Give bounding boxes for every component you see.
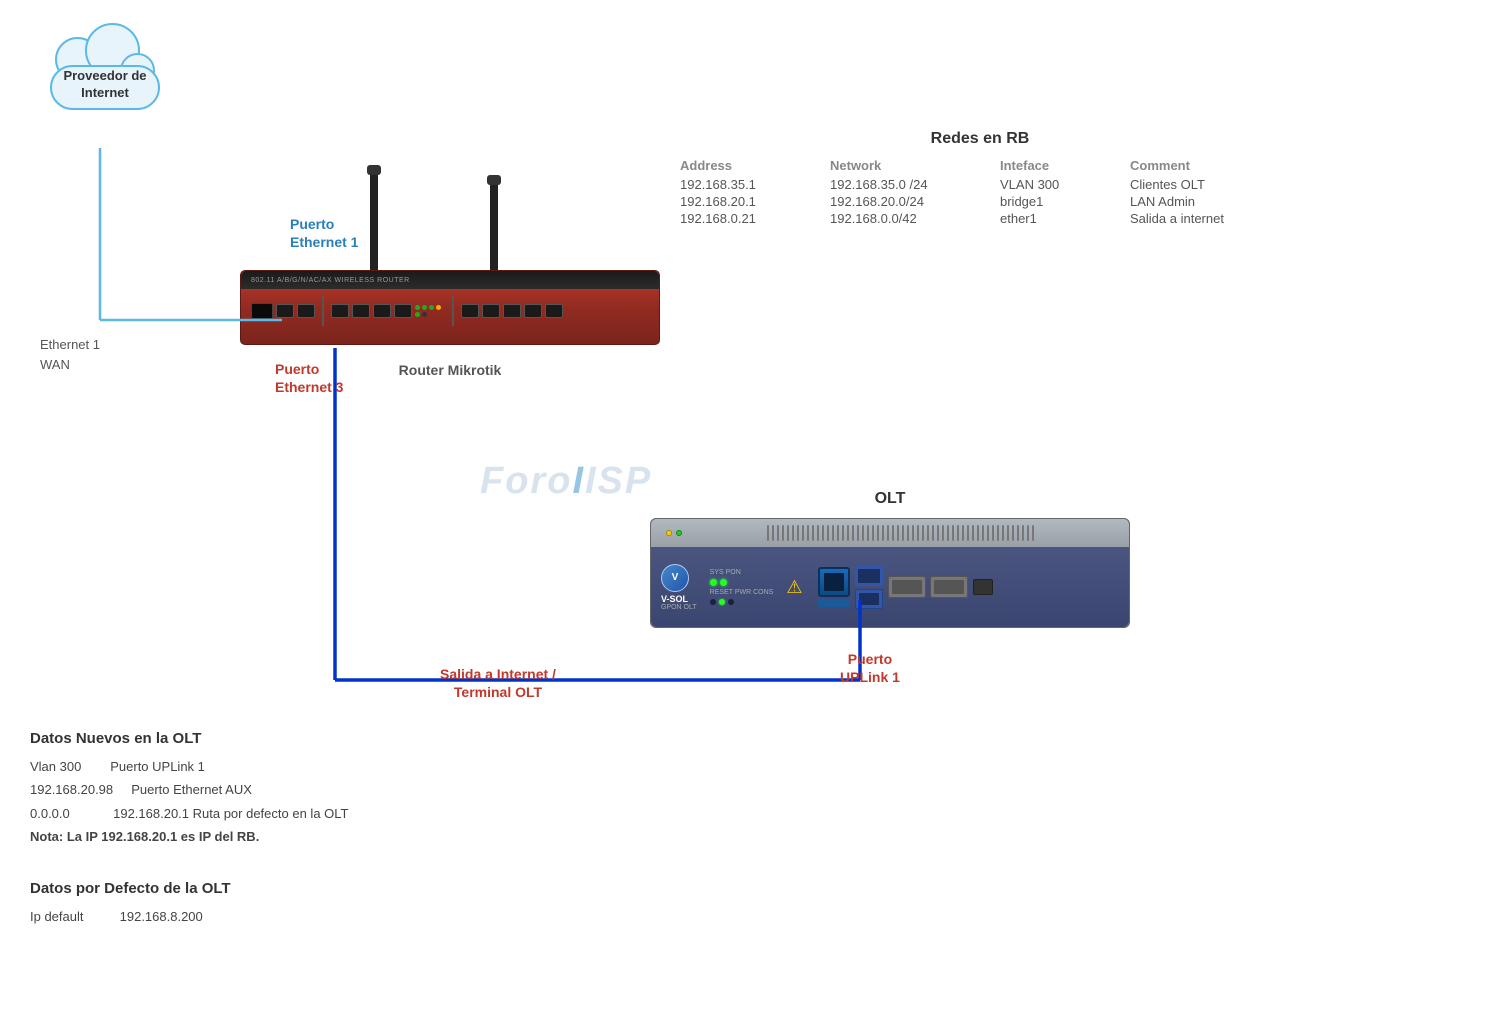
- row3-comment: Salida a internet: [1130, 211, 1290, 226]
- row2-comment: LAN Admin: [1130, 194, 1290, 209]
- olt-device: V V-SOL GPON OLT SYS PON RESET PWR CONS: [650, 518, 1130, 628]
- puerto-eth1-label: Puerto Ethernet 1: [290, 215, 358, 251]
- led-group: [415, 305, 445, 317]
- cloud-label: Proveedor de Internet: [40, 68, 170, 102]
- row2-network: 192.168.20.0/24: [830, 194, 990, 209]
- cloud-internet-provider: Proveedor de Internet: [30, 40, 180, 140]
- datos-defecto-title: Datos por Defecto de la OLT: [30, 880, 610, 897]
- port-eth2: [297, 304, 315, 318]
- datos-nuevos-row1: Vlan 300 Puerto UPLink 1: [30, 755, 610, 778]
- col-header-comment: Comment: [1130, 158, 1290, 175]
- datos-nuevos-row2: 192.168.20.98 Puerto Ethernet AUX: [30, 778, 610, 801]
- port-eth6: [394, 304, 412, 318]
- row1-network: 192.168.35.0 /24: [830, 177, 990, 192]
- col-header-address: Address: [680, 158, 820, 175]
- port-eth10: [524, 304, 542, 318]
- row3-address: 192.168.0.21: [680, 211, 820, 226]
- row1-comment: Clientes OLT: [1130, 177, 1290, 192]
- cons-led: [728, 599, 734, 605]
- olt-power-led: [666, 530, 672, 536]
- olt-device-container: OLT: [650, 490, 1130, 628]
- olt-title: OLT: [650, 490, 1130, 508]
- network-table-grid: Address Network Inteface Comment 192.168…: [680, 158, 1280, 226]
- port-eth8: [482, 304, 500, 318]
- col-header-network: Network: [830, 158, 990, 175]
- antenna-right-icon: [490, 180, 498, 280]
- datos-nuevos-title: Datos Nuevos en la OLT: [30, 730, 610, 747]
- olt-sys-led: [676, 530, 682, 536]
- port-eth3: [331, 304, 349, 318]
- row1-interface: VLAN 300: [1000, 177, 1120, 192]
- datos-nuevos-nota: Nota: La IP 192.168.20.1 es IP del RB.: [30, 825, 610, 848]
- row2-address: 192.168.20.1: [680, 194, 820, 209]
- port-eth5: [373, 304, 391, 318]
- warning-icon: ⚠: [786, 577, 802, 598]
- puerto-eth3-label: Puerto Ethernet 3: [275, 360, 343, 396]
- port-eth11: [545, 304, 563, 318]
- network-table-title: Redes en RB: [680, 130, 1280, 148]
- row3-network: 192.168.0.0/42: [830, 211, 990, 226]
- watermark: ForoIISP: [480, 460, 652, 503]
- console-port: [973, 579, 993, 595]
- pwr-led: [719, 599, 725, 605]
- ethernet-wan-label: Ethernet 1 WAN: [40, 335, 100, 374]
- row3-interface: ether1: [1000, 211, 1120, 226]
- olt-ports: [818, 566, 993, 609]
- puerto-uplink1-label: Puerto UPLink 1: [840, 650, 900, 686]
- router-device: 802.11 A/B/G/N/AC/AX WIRELESS ROUTER: [240, 270, 660, 350]
- port-sfp: [251, 303, 273, 319]
- datos-nuevos-olt: Datos Nuevos en la OLT Vlan 300 Puerto U…: [30, 730, 610, 849]
- row2-interface: bridge1: [1000, 194, 1120, 209]
- port-eth1: [276, 304, 294, 318]
- antenna-left-icon: [370, 170, 378, 280]
- sys-led: [710, 579, 717, 586]
- port-eth9: [503, 304, 521, 318]
- pon-led: [720, 579, 727, 586]
- col-header-interface: Inteface: [1000, 158, 1120, 175]
- row1-address: 192.168.35.1: [680, 177, 820, 192]
- datos-defecto-olt: Datos por Defecto de la OLT Ip default 1…: [30, 880, 610, 928]
- salida-internet-label: Salida a Internet / Terminal OLT: [440, 665, 556, 701]
- port-eth4: [352, 304, 370, 318]
- olt-front-panel: V V-SOL GPON OLT SYS PON RESET PWR CONS: [651, 547, 1129, 627]
- network-table: Redes en RB Address Network Inteface Com…: [680, 130, 1280, 226]
- datos-nuevos-row3: 0.0.0.0 192.168.20.1 Ruta por defecto en…: [30, 802, 610, 825]
- datos-defecto-row1: Ip default 192.168.8.200: [30, 905, 610, 928]
- port-eth7: [461, 304, 479, 318]
- vsol-logo: V: [661, 564, 689, 592]
- reset-led: [710, 599, 716, 605]
